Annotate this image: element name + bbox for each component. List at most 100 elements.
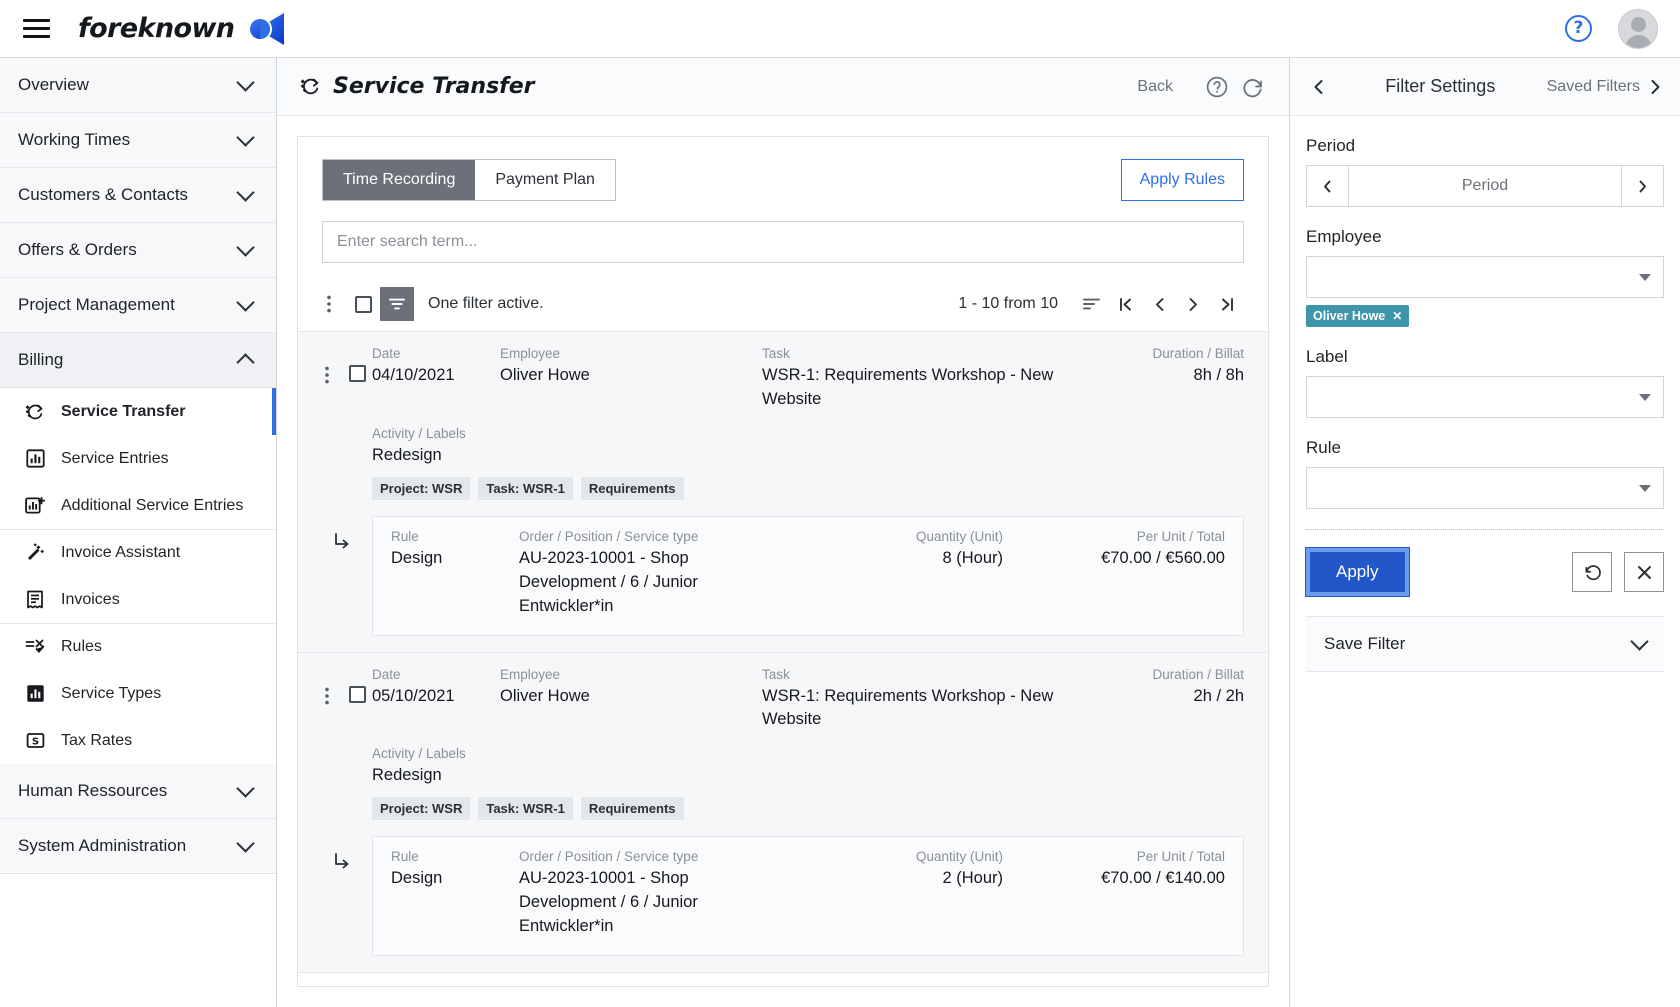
sidebar-group-label: Customers & Contacts — [18, 185, 189, 204]
row-menu-icon[interactable] — [312, 667, 342, 705]
sidebar-item-invoice-assistant[interactable]: Invoice Assistant — [0, 529, 276, 576]
chevron-down-icon — [236, 128, 255, 147]
next-page-icon[interactable] — [1176, 287, 1210, 321]
sidebar-group-working-times[interactable]: Working Times — [0, 113, 276, 168]
sidebar-item-service-entries[interactable]: Service Entries — [0, 435, 276, 482]
chip: Project: WSR — [372, 476, 471, 500]
back-button[interactable]: Back — [1137, 78, 1173, 96]
cell-per-unit: €70.00 / €140.00 — [1101, 869, 1225, 888]
brand-logo[interactable]: foreknown — [78, 11, 288, 47]
column-header-quantity: Quantity (Unit) — [915, 528, 1003, 544]
chevron-down-icon — [1639, 273, 1651, 281]
chevron-down-icon — [1639, 393, 1651, 401]
chevron-down-icon — [236, 834, 255, 853]
apply-button[interactable]: Apply — [1305, 547, 1410, 597]
divider — [1306, 529, 1664, 530]
sidebar-item-invoices[interactable]: Invoices — [0, 576, 276, 623]
help-circle-icon[interactable]: ? — [1565, 15, 1592, 42]
saved-filters-link[interactable]: Saved Filters — [1547, 78, 1640, 96]
filter-icon[interactable] — [380, 287, 414, 321]
svg-text:S: S — [31, 736, 38, 747]
chip: Task: WSR-1 — [478, 797, 573, 821]
service-transfer-icon — [24, 401, 46, 423]
cell-per-unit: €70.00 / €560.00 — [1101, 548, 1225, 567]
first-page-icon[interactable] — [1108, 287, 1142, 321]
bar-chart-icon — [24, 683, 46, 705]
column-header-activity: Activity / Labels — [372, 425, 466, 441]
tab-time-recording[interactable]: Time Recording — [323, 160, 476, 200]
period-prev-button[interactable] — [1307, 166, 1349, 206]
column-header-rule: Rule — [391, 849, 419, 865]
sidebar-group-project-management[interactable]: Project Management — [0, 278, 276, 333]
kebab-menu-icon[interactable] — [312, 287, 346, 321]
sidebar-item-service-types[interactable]: Service Types — [0, 670, 276, 717]
prev-page-icon[interactable] — [1142, 287, 1176, 321]
column-header-per-unit: Per Unit / Total — [1136, 528, 1225, 544]
sidebar-item-rules[interactable]: Rules — [0, 623, 276, 670]
last-page-icon[interactable] — [1210, 287, 1244, 321]
table-row[interactable]: Date 05/10/2021 Employee Oliver Howe Tas… — [298, 652, 1268, 974]
filter-field-label: Label — [1306, 347, 1664, 418]
sidebar: Overview Working Times Customers & Conta… — [0, 58, 277, 1007]
close-icon[interactable]: ✕ — [1392, 309, 1402, 323]
select-all-checkbox[interactable] — [346, 287, 380, 321]
employee-select[interactable] — [1306, 256, 1664, 298]
sidebar-item-tax-rates[interactable]: S Tax Rates — [0, 717, 276, 764]
table-row[interactable]: Date 04/10/2021 Employee Oliver Howe Tas… — [298, 332, 1268, 653]
sidebar-group-label: Working Times — [18, 130, 131, 149]
sidebar-group-label: Overview — [18, 75, 89, 94]
sidebar-group-label: System Administration — [18, 836, 187, 855]
row-checkbox[interactable] — [342, 346, 372, 382]
chevron-right-icon[interactable] — [1640, 72, 1670, 102]
period-value[interactable]: Period — [1349, 166, 1621, 206]
save-filter-section[interactable]: Save Filter — [1306, 616, 1664, 672]
tag-label: Oliver Howe — [1313, 309, 1386, 323]
sidebar-group-billing[interactable]: Billing — [0, 333, 276, 388]
row-checkbox[interactable] — [342, 667, 372, 703]
top-bar: foreknown ? — [0, 0, 1680, 58]
row-menu-icon[interactable] — [312, 346, 342, 384]
content-panel: Time Recording Payment Plan Apply Rules — [297, 136, 1269, 987]
hamburger-icon[interactable] — [16, 9, 56, 49]
filter-field-employee: Employee Oliver Howe ✕ — [1306, 227, 1664, 327]
page-title: Service Transfer — [299, 74, 535, 99]
records-list: Date 04/10/2021 Employee Oliver Howe Tas… — [298, 332, 1268, 986]
sidebar-group-overview[interactable]: Overview — [0, 58, 276, 113]
label-select[interactable] — [1306, 376, 1664, 418]
chevron-down-icon — [236, 779, 255, 798]
filter-field-period: Period Period — [1306, 136, 1664, 207]
search-input[interactable] — [322, 221, 1244, 263]
list-toolbar: One filter active. 1 - 10 from 10 — [298, 277, 1268, 332]
pagination-count: 1 - 10 from 10 — [958, 295, 1058, 312]
subrow-arrow-icon — [312, 836, 372, 956]
sidebar-item-additional-service-entries[interactable]: Additional Service Entries — [0, 482, 276, 529]
cell-date: 04/10/2021 — [372, 366, 455, 384]
sort-icon[interactable] — [1074, 287, 1108, 321]
close-icon[interactable] — [1624, 552, 1664, 592]
apply-rules-button[interactable]: Apply Rules — [1120, 159, 1244, 201]
column-header-order: Order / Position / Service type — [519, 849, 699, 865]
refresh-icon[interactable] — [1239, 73, 1267, 101]
sidebar-group-human-ressources[interactable]: Human Ressources — [0, 764, 276, 819]
chevron-down-icon — [1639, 484, 1651, 492]
chevron-down-icon — [1630, 632, 1649, 651]
sidebar-item-label: Invoice Assistant — [61, 544, 181, 561]
employee-filter-tag[interactable]: Oliver Howe ✕ — [1306, 305, 1410, 327]
sidebar-group-offers-orders[interactable]: Offers & Orders — [0, 223, 276, 278]
rule-select[interactable] — [1306, 467, 1664, 509]
reset-icon[interactable] — [1572, 552, 1612, 592]
sidebar-item-service-transfer[interactable]: Service Transfer — [0, 388, 276, 435]
sidebar-item-label: Service Types — [61, 684, 162, 702]
help-circle-icon[interactable] — [1203, 73, 1231, 101]
chevron-left-icon[interactable] — [1304, 72, 1334, 102]
period-next-button[interactable] — [1621, 166, 1663, 206]
sidebar-item-label: Invoices — [61, 590, 120, 608]
tab-payment-plan[interactable]: Payment Plan — [475, 160, 615, 200]
cell-rule: Design — [391, 548, 443, 567]
sidebar-group-system-administration[interactable]: System Administration — [0, 819, 276, 874]
sidebar-group-customers-contacts[interactable]: Customers & Contacts — [0, 168, 276, 223]
sidebar-item-label: Rules — [61, 638, 102, 655]
column-header-employee: Employee — [500, 346, 561, 361]
cell-activity: Redesign — [372, 766, 442, 785]
avatar[interactable] — [1618, 8, 1658, 49]
